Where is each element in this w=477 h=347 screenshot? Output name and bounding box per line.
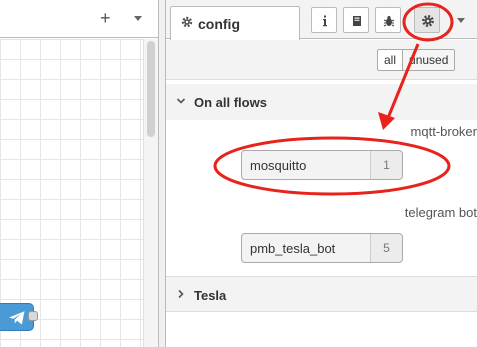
tab-config-label: config [198,16,240,32]
config-node-name: pmb_tesla_bot [250,241,336,256]
config-node-pmb-tesla-bot[interactable]: pmb_tesla_bot 5 [241,233,403,263]
flow-canvas[interactable] [0,39,143,347]
node-output-port[interactable] [28,311,38,321]
book-icon [353,16,361,26]
filter-all-button[interactable]: all [378,50,403,70]
bug-icon [383,16,395,27]
sidebar-footer [166,313,477,347]
gear-icon [422,15,434,27]
workspace-tab-bar: + [0,0,158,38]
scrollbar-thumb[interactable] [147,41,155,137]
usage-count-badge: 1 [370,151,402,179]
chevron-right-icon [178,289,184,299]
panel-divider[interactable] [158,0,166,347]
config-node-name: mosquitto [250,158,307,173]
info-button[interactable] [311,7,337,33]
section-title: On all flows [194,95,267,110]
section-title: Tesla [194,288,227,303]
config-node-mosquitto[interactable]: mosquitto 1 [241,150,403,180]
workspace: + [0,0,158,347]
sidebar-header: config [166,0,477,40]
usage-count-badge: 5 [370,234,402,262]
plus-icon[interactable]: + [100,9,111,27]
sidebar: config all unused On all flows mqtt-brok… [166,0,477,347]
filter-toggle: all unused [377,49,456,71]
section-tesla[interactable]: Tesla [166,276,477,312]
help-button[interactable] [343,7,369,33]
filter-row: all unused [166,40,477,80]
filter-unused-button[interactable]: unused [402,50,455,70]
tab-config[interactable]: config [170,6,300,40]
caret-down-icon[interactable] [134,16,142,21]
section-on-all-flows[interactable]: On all flows [166,84,477,120]
caret-down-icon[interactable] [457,18,465,23]
node-type-label: mqtt-broker [410,124,477,139]
telegram-icon [9,311,25,325]
vertical-scrollbar[interactable] [143,39,158,347]
gear-icon [181,16,193,28]
node-type-label: telegram bot [404,205,477,220]
config-button[interactable] [414,7,440,33]
info-icon [323,15,327,27]
debug-button[interactable] [375,7,401,33]
chevron-down-icon [176,98,186,104]
